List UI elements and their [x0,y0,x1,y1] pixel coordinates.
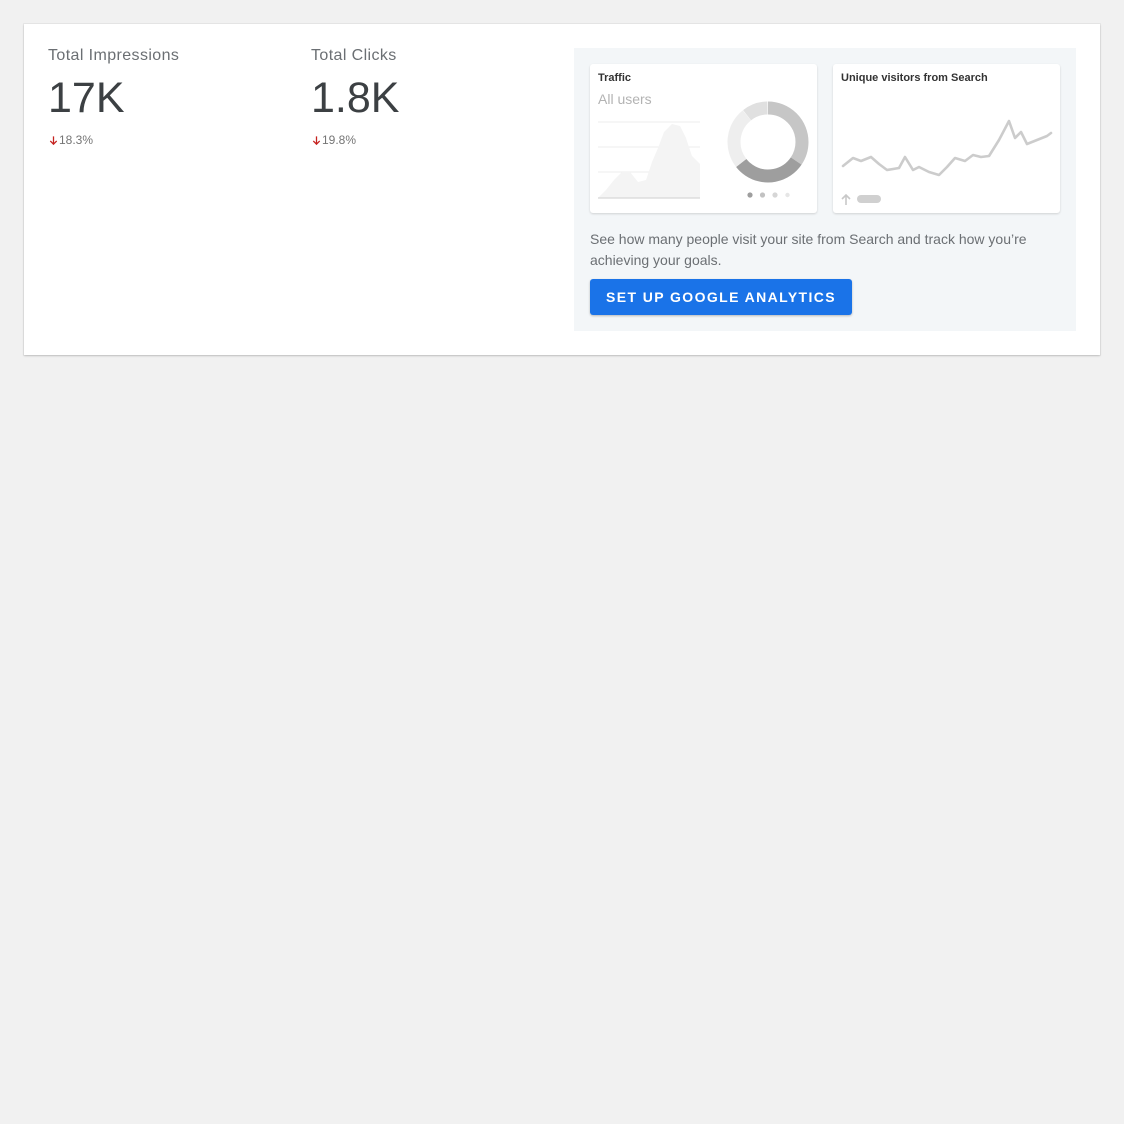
metric-change-value: 18.3% [59,133,94,147]
analytics-promo: Traffic All users Unique visitors from S… [574,48,1076,331]
metric-value: 1.8K [311,74,400,122]
visitors-preview-card: Unique visitors from Search [833,64,1060,213]
metric-change: 19.8% [311,133,399,147]
metric-total-clicks: Total Clicks 1.8K 19.8% [311,46,399,147]
promo-description: See how many people visit your site from… [590,231,1027,268]
traffic-preview-illustration [598,101,809,199]
metric-label: Total Clicks [311,47,397,64]
traffic-preview-card: Traffic All users [590,64,817,213]
setup-google-analytics-button[interactable]: SET UP GOOGLE ANALYTICS [590,279,853,315]
arrow-down-icon [312,135,321,145]
metric-change: 18.3% [48,133,179,147]
metric-change-value: 19.8% [322,133,357,147]
performance-card: Total Impressions 17K 18.3% Total Clicks… [24,24,1100,355]
placeholder-bar [857,195,881,203]
metric-total-impressions: Total Impressions 17K 18.3% [48,46,179,147]
arrow-up-icon [841,193,851,205]
metric-label: Total Impressions [48,47,180,64]
visitors-preview-illustration [841,119,1053,205]
arrow-down-icon [49,135,58,145]
metric-value: 17K [48,74,125,122]
